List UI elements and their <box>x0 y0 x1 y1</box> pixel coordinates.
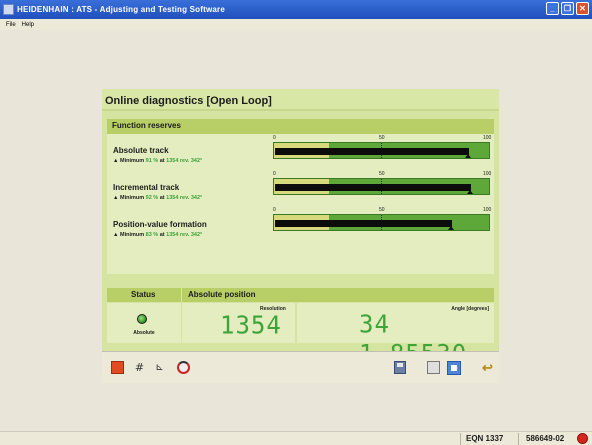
status-bar: EQN 1337 586649-02 <box>0 431 592 445</box>
window-button[interactable] <box>444 358 463 377</box>
row-min-absolute-track: ▲ Minimum 91 % at 1354 rev. 342° <box>113 158 203 164</box>
maximize-button[interactable]: ❐ <box>561 2 574 15</box>
window-title: HEIDENHAIN : ATS - Adjusting and Testing… <box>17 5 226 14</box>
status-header: Status <box>107 288 181 302</box>
toolbar: # ⊾ ↩ <box>102 351 499 383</box>
stop-icon <box>111 361 124 374</box>
status-box: Absolute <box>107 303 181 343</box>
scale-50: 50 <box>379 135 385 141</box>
title-bar: HEIDENHAIN : ATS - Adjusting and Testing… <box>0 0 592 19</box>
minimum-arrow-icon: ▲ <box>113 195 119 201</box>
diagnostics-panel: Online diagnostics [Open Loop] Function … <box>102 89 499 383</box>
menu-file[interactable]: File <box>6 22 16 28</box>
save-icon <box>393 361 406 374</box>
minimum-marker-icon <box>467 190 473 194</box>
grid-icon: # <box>134 361 145 374</box>
stop-button[interactable] <box>108 358 127 377</box>
resolution-value: 1354 <box>220 310 282 340</box>
gauge-bar <box>275 220 452 227</box>
copy-button[interactable] <box>424 358 443 377</box>
absolute-position-label: Absolute position <box>188 290 256 299</box>
absolute-position-header: Absolute position <box>182 288 494 302</box>
window-icon <box>446 360 461 375</box>
scale-50: 50 <box>379 207 385 213</box>
scale-100: 100 <box>483 135 492 141</box>
panel-header: Online diagnostics [Open Loop] <box>102 89 499 111</box>
row-min-incremental-track: ▲ Minimum 92 % at 1354 rev. 342° <box>113 195 203 201</box>
dial-icon <box>177 361 190 374</box>
axis-icon: ⊾ <box>155 362 164 373</box>
minimize-button[interactable]: _ <box>546 2 559 15</box>
app-icon <box>3 4 14 15</box>
scale-100: 100 <box>483 171 492 177</box>
minimum-marker-icon <box>448 226 454 230</box>
gauge-absolute-track <box>273 142 490 159</box>
minimum-arrow-icon: ▲ <box>113 232 119 238</box>
scale-0: 0 <box>273 207 276 213</box>
status-header-label: Status <box>131 290 156 299</box>
row-name-absolute-track: Absolute track <box>113 146 169 155</box>
scale-0: 0 <box>273 135 276 141</box>
gauge-bar <box>275 184 471 191</box>
dial-button[interactable] <box>174 358 193 377</box>
gauge-position-value <box>273 214 490 231</box>
grid-button[interactable]: # <box>130 358 149 377</box>
back-icon: ↩ <box>482 359 493 375</box>
row-name-incremental-track: Incremental track <box>113 183 180 192</box>
row-name-position-value: Position-value formation <box>113 220 207 229</box>
back-button[interactable]: ↩ <box>478 358 497 377</box>
status-indicator-label: Absolute <box>133 330 155 336</box>
record-icon[interactable] <box>577 433 588 444</box>
scale-100: 100 <box>483 207 492 213</box>
function-reserves-area: Absolute track ▲ Minimum 91 % at 1354 re… <box>107 134 494 274</box>
function-reserves-header: Function reserves <box>107 119 494 134</box>
function-reserves-label: Function reserves <box>112 121 181 130</box>
scale-0: 0 <box>273 171 276 177</box>
resolution-box: Resolution 1354 <box>182 303 295 343</box>
angle-box: Angle [degrees] 34 1.85530 <box>297 303 494 368</box>
device-name: EQN 1337 <box>466 434 504 443</box>
minimum-marker-icon <box>465 154 471 158</box>
copy-icon <box>427 361 440 374</box>
gauge-incremental-track <box>273 178 490 195</box>
axis-button[interactable]: ⊾ <box>150 358 169 377</box>
status-indicator-icon <box>137 314 147 324</box>
row-min-position-value: ▲ Minimum 83 % at 1354 rev. 342° <box>113 232 203 238</box>
device-id: 586649-02 <box>526 434 565 443</box>
panel-title: Online diagnostics [Open Loop] <box>105 95 272 107</box>
gauge-bar <box>275 148 469 155</box>
minimum-arrow-icon: ▲ <box>113 158 119 164</box>
menu-help[interactable]: Help <box>22 22 34 28</box>
scale-50: 50 <box>379 171 385 177</box>
save-button[interactable] <box>390 358 409 377</box>
menu-bar: File Help <box>0 19 592 30</box>
close-button[interactable]: ✕ <box>576 2 589 15</box>
